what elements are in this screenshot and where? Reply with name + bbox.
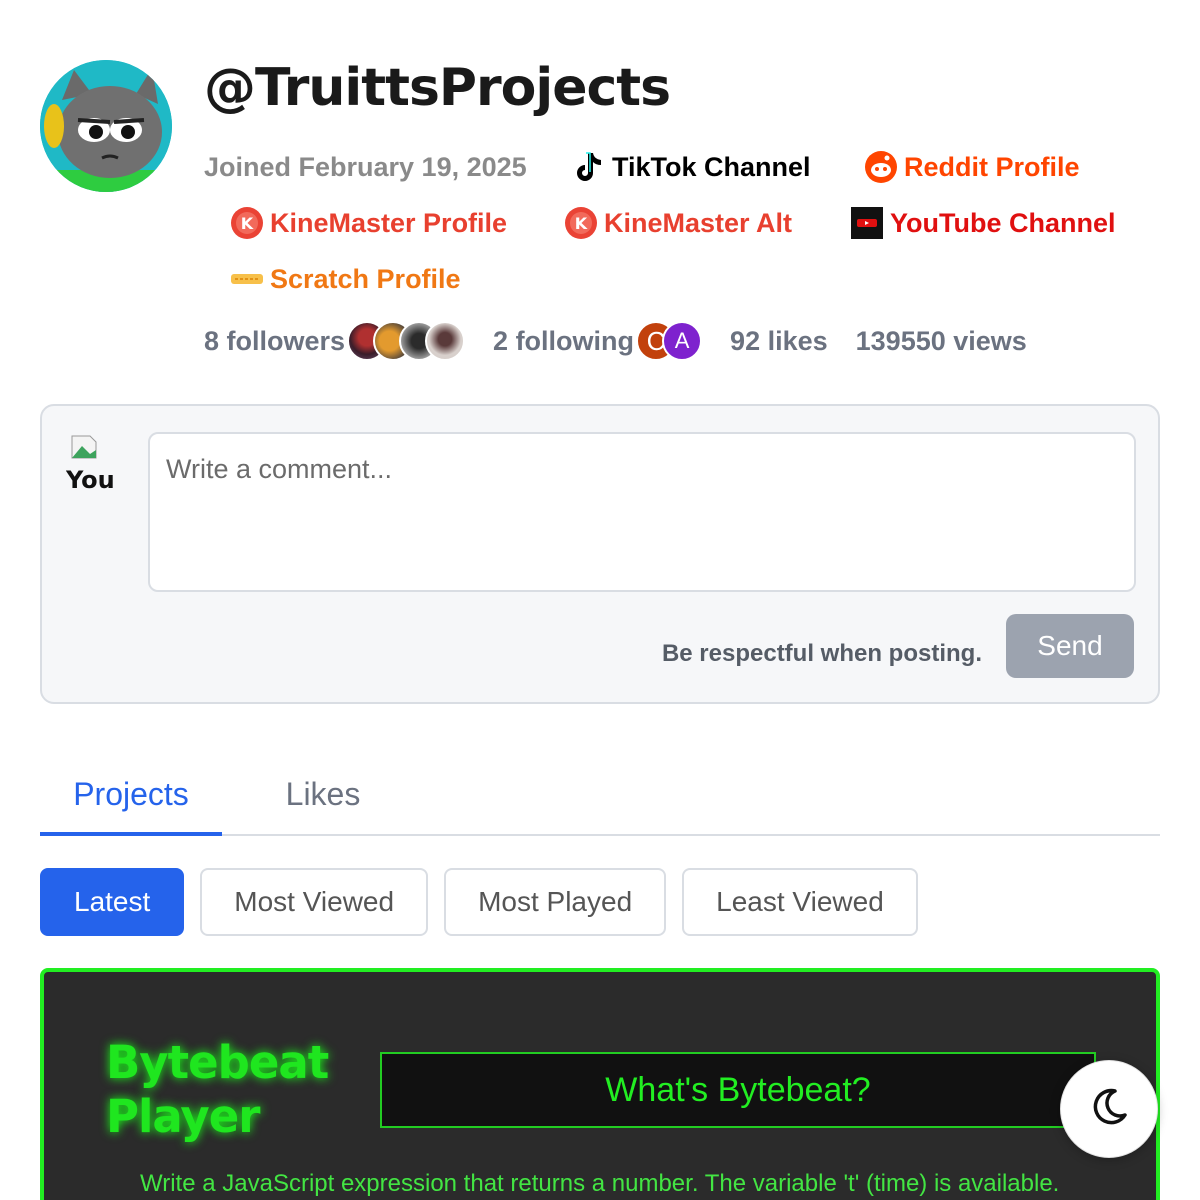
- tab-projects[interactable]: Projects: [40, 756, 222, 836]
- kinemaster-icon: K: [230, 206, 264, 240]
- following-count[interactable]: 2 following: [493, 326, 634, 357]
- filter-least-viewed[interactable]: Least Viewed: [682, 868, 918, 936]
- reddit-label: Reddit Profile: [904, 151, 1080, 182]
- tiktok-link[interactable]: TikTok Channel: [572, 150, 811, 184]
- scratch-link[interactable]: Scratch Profile: [230, 262, 461, 296]
- project-description: Write a JavaScript expression that retur…: [140, 1170, 1060, 1197]
- filter-most-viewed[interactable]: Most Viewed: [200, 868, 429, 936]
- project-card[interactable]: Bytebeat Player What's Bytebeat? Write a…: [40, 968, 1160, 1200]
- send-button[interactable]: Send: [1006, 614, 1134, 678]
- scratch-icon: [230, 262, 264, 296]
- views-count: 139550 views: [855, 325, 1027, 356]
- profile-tabs: Projects Likes: [40, 756, 1160, 836]
- followers-count[interactable]: 8 followers: [204, 326, 345, 357]
- tiktok-icon: [572, 150, 606, 184]
- kinemaster-alt-link[interactable]: K KineMaster Alt: [564, 206, 792, 240]
- scratch-label: Scratch Profile: [270, 263, 461, 294]
- profile-username: @TruittsProjects: [204, 58, 671, 118]
- theme-toggle-button[interactable]: [1060, 1060, 1158, 1158]
- moon-icon: [1087, 1085, 1131, 1134]
- reddit-link[interactable]: Reddit Profile: [864, 150, 1080, 184]
- profile-stats: 8 followers 2 following C A 92 likes 139…: [204, 318, 1027, 364]
- youtube-label: YouTube Channel: [890, 207, 1116, 238]
- youtube-icon: [850, 206, 884, 240]
- youtube-link[interactable]: YouTube Channel: [850, 206, 1116, 240]
- reddit-icon: [864, 150, 898, 184]
- comment-box: You Be respectful when posting. Send: [40, 404, 1160, 704]
- kinemaster-link[interactable]: K KineMaster Profile: [230, 206, 507, 240]
- posting-notice: Be respectful when posting.: [661, 640, 982, 667]
- project-title: Bytebeat Player: [106, 1036, 329, 1143]
- svg-text:K: K: [575, 214, 588, 233]
- following-avatar[interactable]: A: [662, 321, 703, 361]
- filter-most-played[interactable]: Most Played: [444, 868, 667, 936]
- broken-image-icon: [68, 432, 100, 467]
- filter-latest[interactable]: Latest: [40, 868, 185, 936]
- whats-bytebeat-button[interactable]: What's Bytebeat?: [380, 1052, 1096, 1128]
- svg-text:K: K: [241, 214, 254, 233]
- follower-avatars: [347, 321, 466, 361]
- joined-date: Joined February 19, 2025: [204, 152, 527, 182]
- profile-avatar: [40, 60, 172, 192]
- user-avatar-alt-text: You: [66, 466, 115, 494]
- following-avatars: C A: [636, 321, 703, 361]
- kinemaster-alt-label: KineMaster Alt: [604, 207, 793, 238]
- tiktok-label: TikTok Channel: [612, 151, 811, 182]
- sort-filters: Latest Most Viewed Most Played Least Vie…: [40, 868, 918, 936]
- comment-input[interactable]: [148, 432, 1136, 592]
- tab-likes[interactable]: Likes: [232, 756, 414, 834]
- likes-count: 92 likes: [730, 325, 828, 356]
- kinemaster-icon: K: [564, 206, 598, 240]
- kinemaster-label: KineMaster Profile: [270, 207, 508, 238]
- user-avatar: You: [66, 432, 130, 496]
- follower-avatar[interactable]: [425, 321, 466, 361]
